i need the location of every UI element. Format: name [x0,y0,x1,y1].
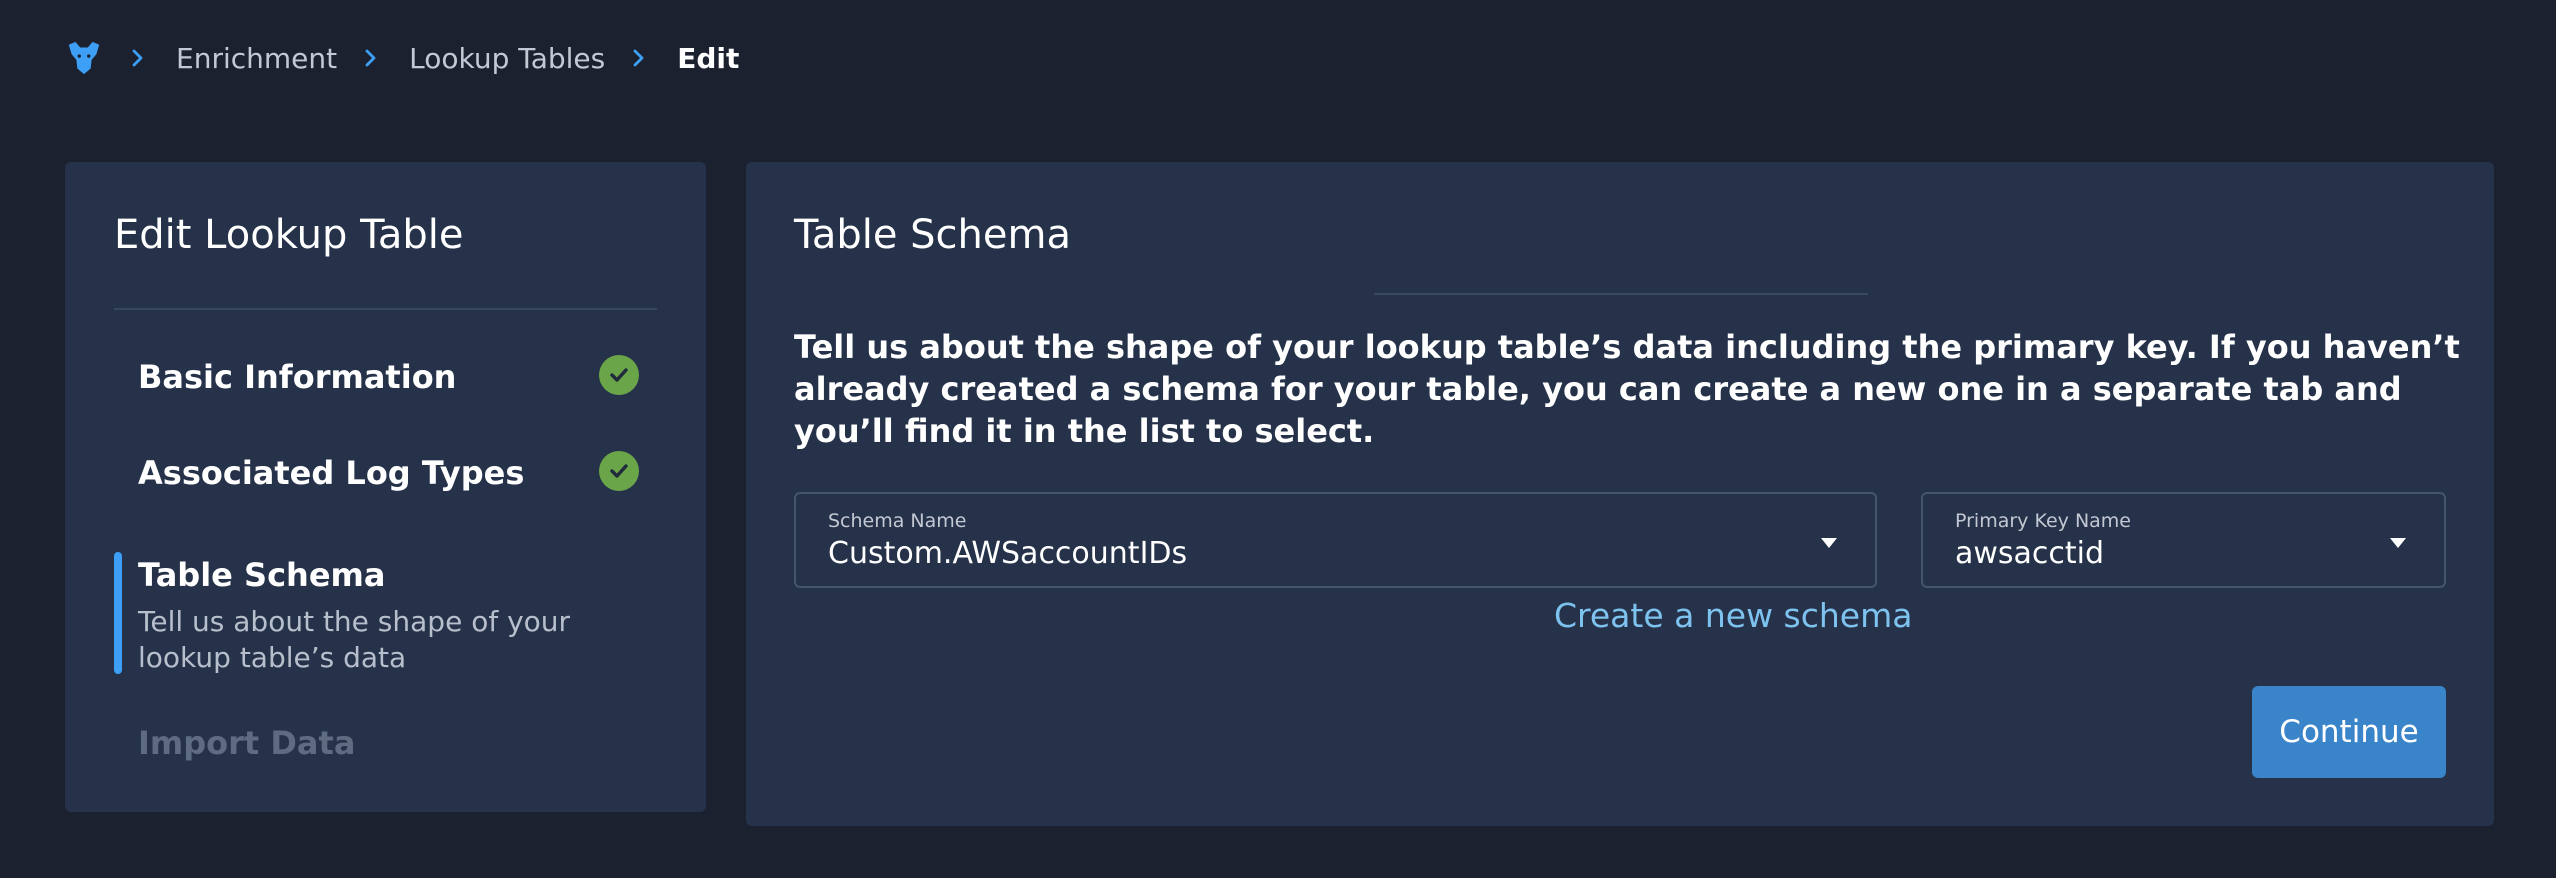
step-description: Tell us about the shape of your lookup t… [138,605,571,674]
caret-down-icon [2388,534,2408,548]
chevron-right-icon [361,48,381,68]
schema-name-label: Schema Name [828,510,967,532]
continue-button[interactable]: Continue [2252,686,2446,778]
schema-name-select[interactable]: Schema Name Custom.AWSaccountIDs [794,492,1877,588]
active-step-indicator [114,552,122,674]
panther-logo-icon[interactable] [64,38,104,78]
step-label: Associated Log Types [138,454,525,492]
primary-key-label: Primary Key Name [1955,510,2132,532]
breadcrumb-lookup-tables[interactable]: Lookup Tables [409,42,605,75]
table-schema-panel: Table Schema Tell us about the shape of … [746,162,2494,826]
chevron-right-icon [629,48,649,68]
title-divider [1374,293,1868,295]
wizard-sidebar: Edit Lookup Table Basic Information Asso… [65,162,706,812]
schema-description: Tell us about the shape of your lookup t… [794,328,2460,450]
caret-down-icon [1819,534,1839,548]
page-title: Table Schema [794,212,1071,258]
primary-key-select[interactable]: Primary Key Name awsacctid [1921,492,2446,588]
step-associated-log-types[interactable]: Associated Log Types [114,450,657,496]
check-circle-icon [599,355,639,395]
step-basic-information[interactable]: Basic Information [114,354,657,400]
breadcrumb-enrichment[interactable]: Enrichment [176,42,337,75]
sidebar-divider [114,308,657,310]
breadcrumb-current: Edit [677,41,740,75]
step-table-schema[interactable]: Table Schema Tell us about the shape of … [114,552,657,674]
step-import-data: Import Data [114,720,657,766]
step-label: Import Data [138,724,356,762]
step-label: Table Schema [138,556,386,594]
breadcrumb: Enrichment Lookup Tables Edit [64,36,739,80]
schema-name-value: Custom.AWSaccountIDs [828,536,1188,571]
primary-key-value: awsacctid [1955,536,2105,571]
create-new-schema-link[interactable]: Create a new schema [1554,596,1912,635]
step-label: Basic Information [138,358,457,396]
sidebar-title: Edit Lookup Table [114,212,464,258]
check-circle-icon [599,451,639,491]
chevron-right-icon [128,48,148,68]
